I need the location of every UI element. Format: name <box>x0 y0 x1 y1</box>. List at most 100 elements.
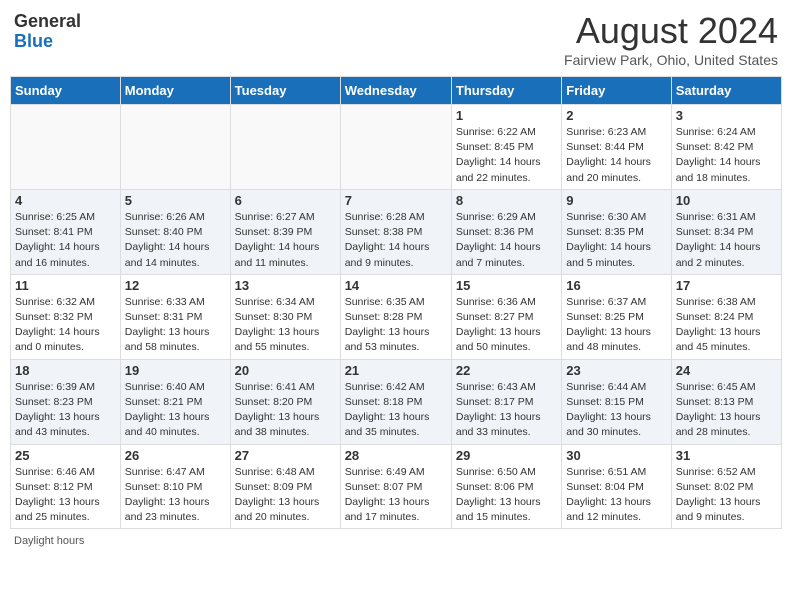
day-of-week-tuesday: Tuesday <box>230 77 340 105</box>
day-of-week-monday: Monday <box>120 77 230 105</box>
calendar-cell: 4Sunrise: 6:25 AMSunset: 8:41 PMDaylight… <box>11 189 121 274</box>
day-detail: Sunrise: 6:50 AMSunset: 8:06 PMDaylight:… <box>456 465 557 526</box>
page-header: General Blue August 2024 Fairview Park, … <box>10 10 782 68</box>
day-number: 26 <box>125 448 226 463</box>
day-number: 20 <box>235 363 336 378</box>
day-of-week-thursday: Thursday <box>451 77 561 105</box>
day-detail: Sunrise: 6:34 AMSunset: 8:30 PMDaylight:… <box>235 295 336 356</box>
calendar-cell: 22Sunrise: 6:43 AMSunset: 8:17 PMDayligh… <box>451 359 561 444</box>
day-detail: Sunrise: 6:26 AMSunset: 8:40 PMDaylight:… <box>125 210 226 271</box>
month-title: August 2024 <box>564 10 778 52</box>
calendar-header-row: SundayMondayTuesdayWednesdayThursdayFrid… <box>11 77 782 105</box>
day-number: 7 <box>345 193 447 208</box>
day-number: 4 <box>15 193 116 208</box>
day-of-week-saturday: Saturday <box>671 77 781 105</box>
day-of-week-wednesday: Wednesday <box>340 77 451 105</box>
day-of-week-sunday: Sunday <box>11 77 121 105</box>
day-number: 31 <box>676 448 777 463</box>
day-detail: Sunrise: 6:23 AMSunset: 8:44 PMDaylight:… <box>566 125 666 186</box>
day-number: 14 <box>345 278 447 293</box>
calendar-cell: 18 Sunrise: 6:39 AMSunset: 8:23 PMDayligh… <box>11 359 121 444</box>
day-detail: Sunrise: 6:33 AMSunset: 8:31 PMDaylight:… <box>125 295 226 356</box>
day-number: 29 <box>456 448 557 463</box>
calendar-table: SundayMondayTuesdayWednesdayThursdayFrid… <box>10 76 782 529</box>
calendar-cell: 13 Sunrise: 6:34 AMSunset: 8:30 PMDayligh… <box>230 274 340 359</box>
day-detail: Sunrise: 6:38 AMSunset: 8:24 PMDaylight:… <box>676 295 777 356</box>
logo: General Blue <box>14 10 81 52</box>
day-detail: Sunrise: 6:32 AMSunset: 8:32 PMDaylight:… <box>15 295 116 356</box>
day-number: 24 <box>676 363 777 378</box>
footer: Daylight hours <box>10 535 782 547</box>
calendar-cell: 17 Sunrise: 6:38 AMSunset: 8:24 PMDayligh… <box>671 274 781 359</box>
calendar-cell <box>120 105 230 190</box>
calendar-cell: 2Sunrise: 6:23 AMSunset: 8:44 PMDaylight… <box>562 105 671 190</box>
day-detail: Sunrise: 6:36 AMSunset: 8:27 PMDaylight:… <box>456 295 557 356</box>
calendar-cell: 31Sunrise: 6:52 AMSunset: 8:02 PMDayligh… <box>671 444 781 529</box>
day-number: 22 <box>456 363 557 378</box>
day-detail: Sunrise: 6:51 AMSunset: 8:04 PMDaylight:… <box>566 465 666 526</box>
calendar-cell: 27 Sunrise: 6:48 AMSunset: 8:09 PMDayligh… <box>230 444 340 529</box>
day-number: 19 <box>125 363 226 378</box>
day-of-week-friday: Friday <box>562 77 671 105</box>
calendar-cell: 12 Sunrise: 6:33 AMSunset: 8:31 PMDayligh… <box>120 274 230 359</box>
day-number: 27 <box>235 448 336 463</box>
calendar-cell: 24 Sunrise: 6:45 AMSunset: 8:13 PMDayligh… <box>671 359 781 444</box>
day-detail: Sunrise: 6:40 AMSunset: 8:21 PMDaylight:… <box>125 380 226 441</box>
logo-general-text: General <box>14 12 81 32</box>
calendar-week-2: 4Sunrise: 6:25 AMSunset: 8:41 PMDaylight… <box>11 189 782 274</box>
calendar-cell: 11 Sunrise: 6:32 AMSunset: 8:32 PMDayligh… <box>11 274 121 359</box>
calendar-cell: 9Sunrise: 6:30 AMSunset: 8:35 PMDaylight… <box>562 189 671 274</box>
calendar-cell: 3Sunrise: 6:24 AMSunset: 8:42 PMDaylight… <box>671 105 781 190</box>
day-number: 1 <box>456 108 557 123</box>
calendar-cell <box>340 105 451 190</box>
day-number: 25 <box>15 448 116 463</box>
calendar-week-5: 25Sunrise: 6:46 AMSunset: 8:12 PMDayligh… <box>11 444 782 529</box>
calendar-week-4: 18 Sunrise: 6:39 AMSunset: 8:23 PMDayligh… <box>11 359 782 444</box>
day-detail: Sunrise: 6:49 AMSunset: 8:07 PMDaylight:… <box>345 465 447 526</box>
day-detail: Sunrise: 6:44 AMSunset: 8:15 PMDaylight:… <box>566 380 666 441</box>
calendar-week-3: 11 Sunrise: 6:32 AMSunset: 8:32 PMDayligh… <box>11 274 782 359</box>
day-number: 15 <box>456 278 557 293</box>
calendar-cell <box>230 105 340 190</box>
day-number: 23 <box>566 363 666 378</box>
calendar-cell: 14 Sunrise: 6:35 AMSunset: 8:28 PMDayligh… <box>340 274 451 359</box>
calendar-cell: 5Sunrise: 6:26 AMSunset: 8:40 PMDaylight… <box>120 189 230 274</box>
day-number: 9 <box>566 193 666 208</box>
day-number: 16 <box>566 278 666 293</box>
day-detail: Sunrise: 6:29 AMSunset: 8:36 PMDaylight:… <box>456 210 557 271</box>
calendar-cell: 7Sunrise: 6:28 AMSunset: 8:38 PMDaylight… <box>340 189 451 274</box>
calendar-cell: 29 Sunrise: 6:50 AMSunset: 8:06 PMDayligh… <box>451 444 561 529</box>
calendar-cell: 30 Sunrise: 6:51 AMSunset: 8:04 PMDayligh… <box>562 444 671 529</box>
day-detail: Sunrise: 6:31 AMSunset: 8:34 PMDaylight:… <box>676 210 777 271</box>
day-number: 13 <box>235 278 336 293</box>
day-number: 17 <box>676 278 777 293</box>
day-detail: Sunrise: 6:41 AMSunset: 8:20 PMDaylight:… <box>235 380 336 441</box>
calendar-cell <box>11 105 121 190</box>
day-detail: Sunrise: 6:45 AMSunset: 8:13 PMDaylight:… <box>676 380 777 441</box>
day-detail: Sunrise: 6:24 AMSunset: 8:42 PMDaylight:… <box>676 125 777 186</box>
day-number: 12 <box>125 278 226 293</box>
day-detail: Sunrise: 6:35 AMSunset: 8:28 PMDaylight:… <box>345 295 447 356</box>
calendar-cell: 28 Sunrise: 6:49 AMSunset: 8:07 PMDayligh… <box>340 444 451 529</box>
day-detail: Sunrise: 6:48 AMSunset: 8:09 PMDaylight:… <box>235 465 336 526</box>
day-detail: Sunrise: 6:47 AMSunset: 8:10 PMDaylight:… <box>125 465 226 526</box>
day-number: 8 <box>456 193 557 208</box>
calendar-cell: 26 Sunrise: 6:47 AMSunset: 8:10 PMDayligh… <box>120 444 230 529</box>
calendar-cell: 1 Sunrise: 6:22 AMSunset: 8:45 PMDaylight… <box>451 105 561 190</box>
day-number: 11 <box>15 278 116 293</box>
title-block: August 2024 Fairview Park, Ohio, United … <box>564 10 778 68</box>
calendar-cell: 21Sunrise: 6:42 AMSunset: 8:18 PMDayligh… <box>340 359 451 444</box>
day-detail: Sunrise: 6:39 AMSunset: 8:23 PMDaylight:… <box>15 380 116 441</box>
day-number: 28 <box>345 448 447 463</box>
day-detail: Sunrise: 6:22 AMSunset: 8:45 PMDaylight:… <box>456 125 557 186</box>
calendar-cell: 6Sunrise: 6:27 AMSunset: 8:39 PMDaylight… <box>230 189 340 274</box>
logo-blue-text: Blue <box>14 32 81 52</box>
day-detail: Sunrise: 6:27 AMSunset: 8:39 PMDaylight:… <box>235 210 336 271</box>
day-number: 18 <box>15 363 116 378</box>
day-detail: Sunrise: 6:37 AMSunset: 8:25 PMDaylight:… <box>566 295 666 356</box>
calendar-cell: 8 Sunrise: 6:29 AMSunset: 8:36 PMDaylight… <box>451 189 561 274</box>
footer-text: Daylight hours <box>14 535 84 547</box>
calendar-cell: 25Sunrise: 6:46 AMSunset: 8:12 PMDayligh… <box>11 444 121 529</box>
day-number: 10 <box>676 193 777 208</box>
day-number: 30 <box>566 448 666 463</box>
